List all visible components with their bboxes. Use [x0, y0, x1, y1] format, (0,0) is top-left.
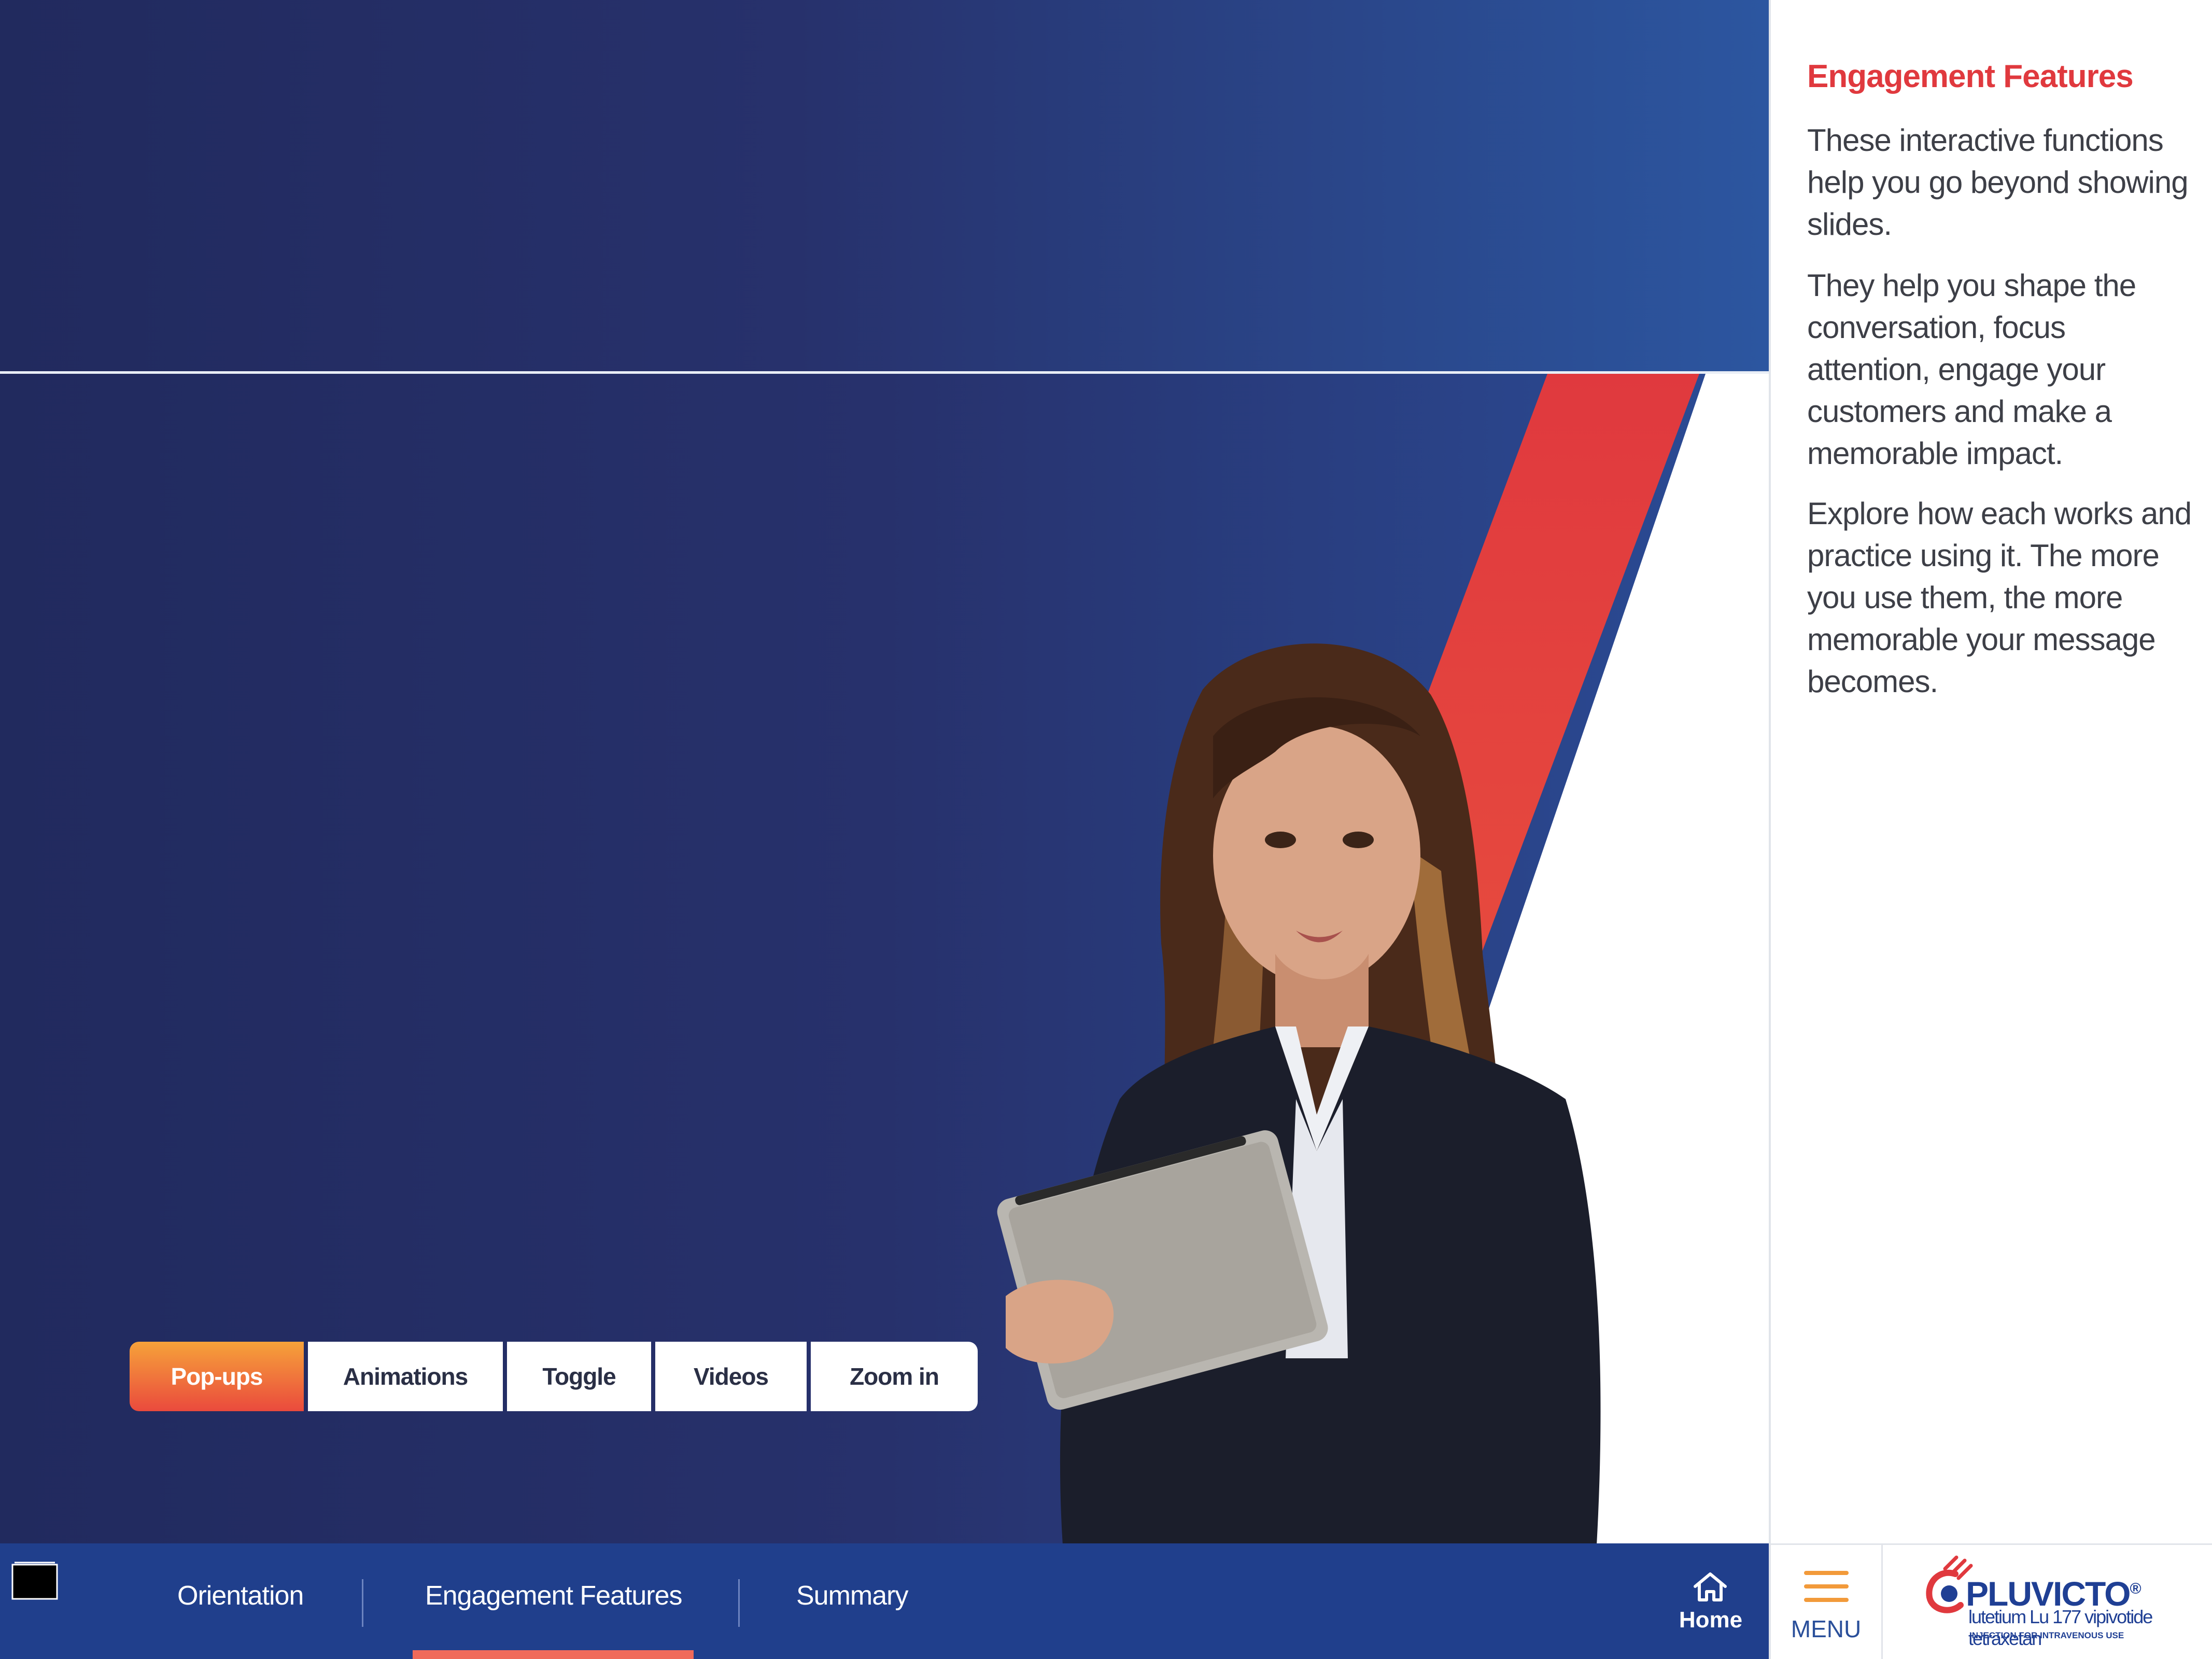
active-nav-indicator [413, 1650, 694, 1659]
menu-label: MENU [1791, 1615, 1862, 1642]
sidebar-paragraph-1: These interactive functions help you go … [1807, 123, 2189, 242]
tab-label: Toggle [542, 1363, 616, 1390]
home-label: Home [1679, 1607, 1743, 1633]
feature-tab-bar: Pop-ups Animations Toggle Videos Zoom in [130, 1342, 978, 1411]
home-icon [1694, 1572, 1727, 1601]
home-button[interactable]: Home [1669, 1571, 1752, 1643]
nav-separator [362, 1579, 363, 1627]
tab-pop-ups[interactable]: Pop-ups [130, 1342, 304, 1411]
tab-toggle[interactable]: Toggle [507, 1342, 651, 1411]
folder-icon[interactable] [11, 1562, 59, 1601]
tab-animations[interactable]: Animations [308, 1342, 503, 1411]
brand-tagline: INJECTION FOR INTRAVENOUS USE [1969, 1630, 2124, 1640]
tab-label: Zoom in [850, 1363, 939, 1390]
nav-orientation[interactable]: Orientation [177, 1580, 304, 1611]
tab-label: Pop-ups [171, 1363, 263, 1390]
hamburger-menu-icon [1804, 1571, 1849, 1602]
tab-label: Animations [343, 1363, 468, 1390]
nav-separator [738, 1579, 740, 1627]
sidebar-paragraph-3: Explore how each works and practice usin… [1807, 496, 2192, 699]
tab-label: Videos [694, 1363, 769, 1390]
tab-videos[interactable]: Videos [655, 1342, 807, 1411]
header-panel [0, 0, 1769, 371]
menu-button[interactable]: MENU [1769, 1543, 1883, 1659]
nav-engagement-features[interactable]: Engagement Features [425, 1580, 683, 1611]
info-sidebar: Engagement Features These interactive fu… [1769, 0, 2212, 1543]
presenter-photo [997, 643, 1601, 1543]
brand-subtitle: lutetium Lu 177 vipivotide tetraxetan [1968, 1606, 2153, 1649]
brand-logo: PLUVICTO® lutetium Lu 177 vipivotide tet… [1883, 1543, 2212, 1659]
nav-summary[interactable]: Summary [796, 1580, 908, 1611]
sidebar-paragraph-2: They help you shape the conversation, fo… [1807, 268, 2136, 471]
tab-zoom-in[interactable]: Zoom in [811, 1342, 978, 1411]
sidebar-title: Engagement Features [1807, 59, 2134, 94]
slide-stage: Pop-ups Animations Toggle Videos Zoom in [0, 0, 1769, 1543]
